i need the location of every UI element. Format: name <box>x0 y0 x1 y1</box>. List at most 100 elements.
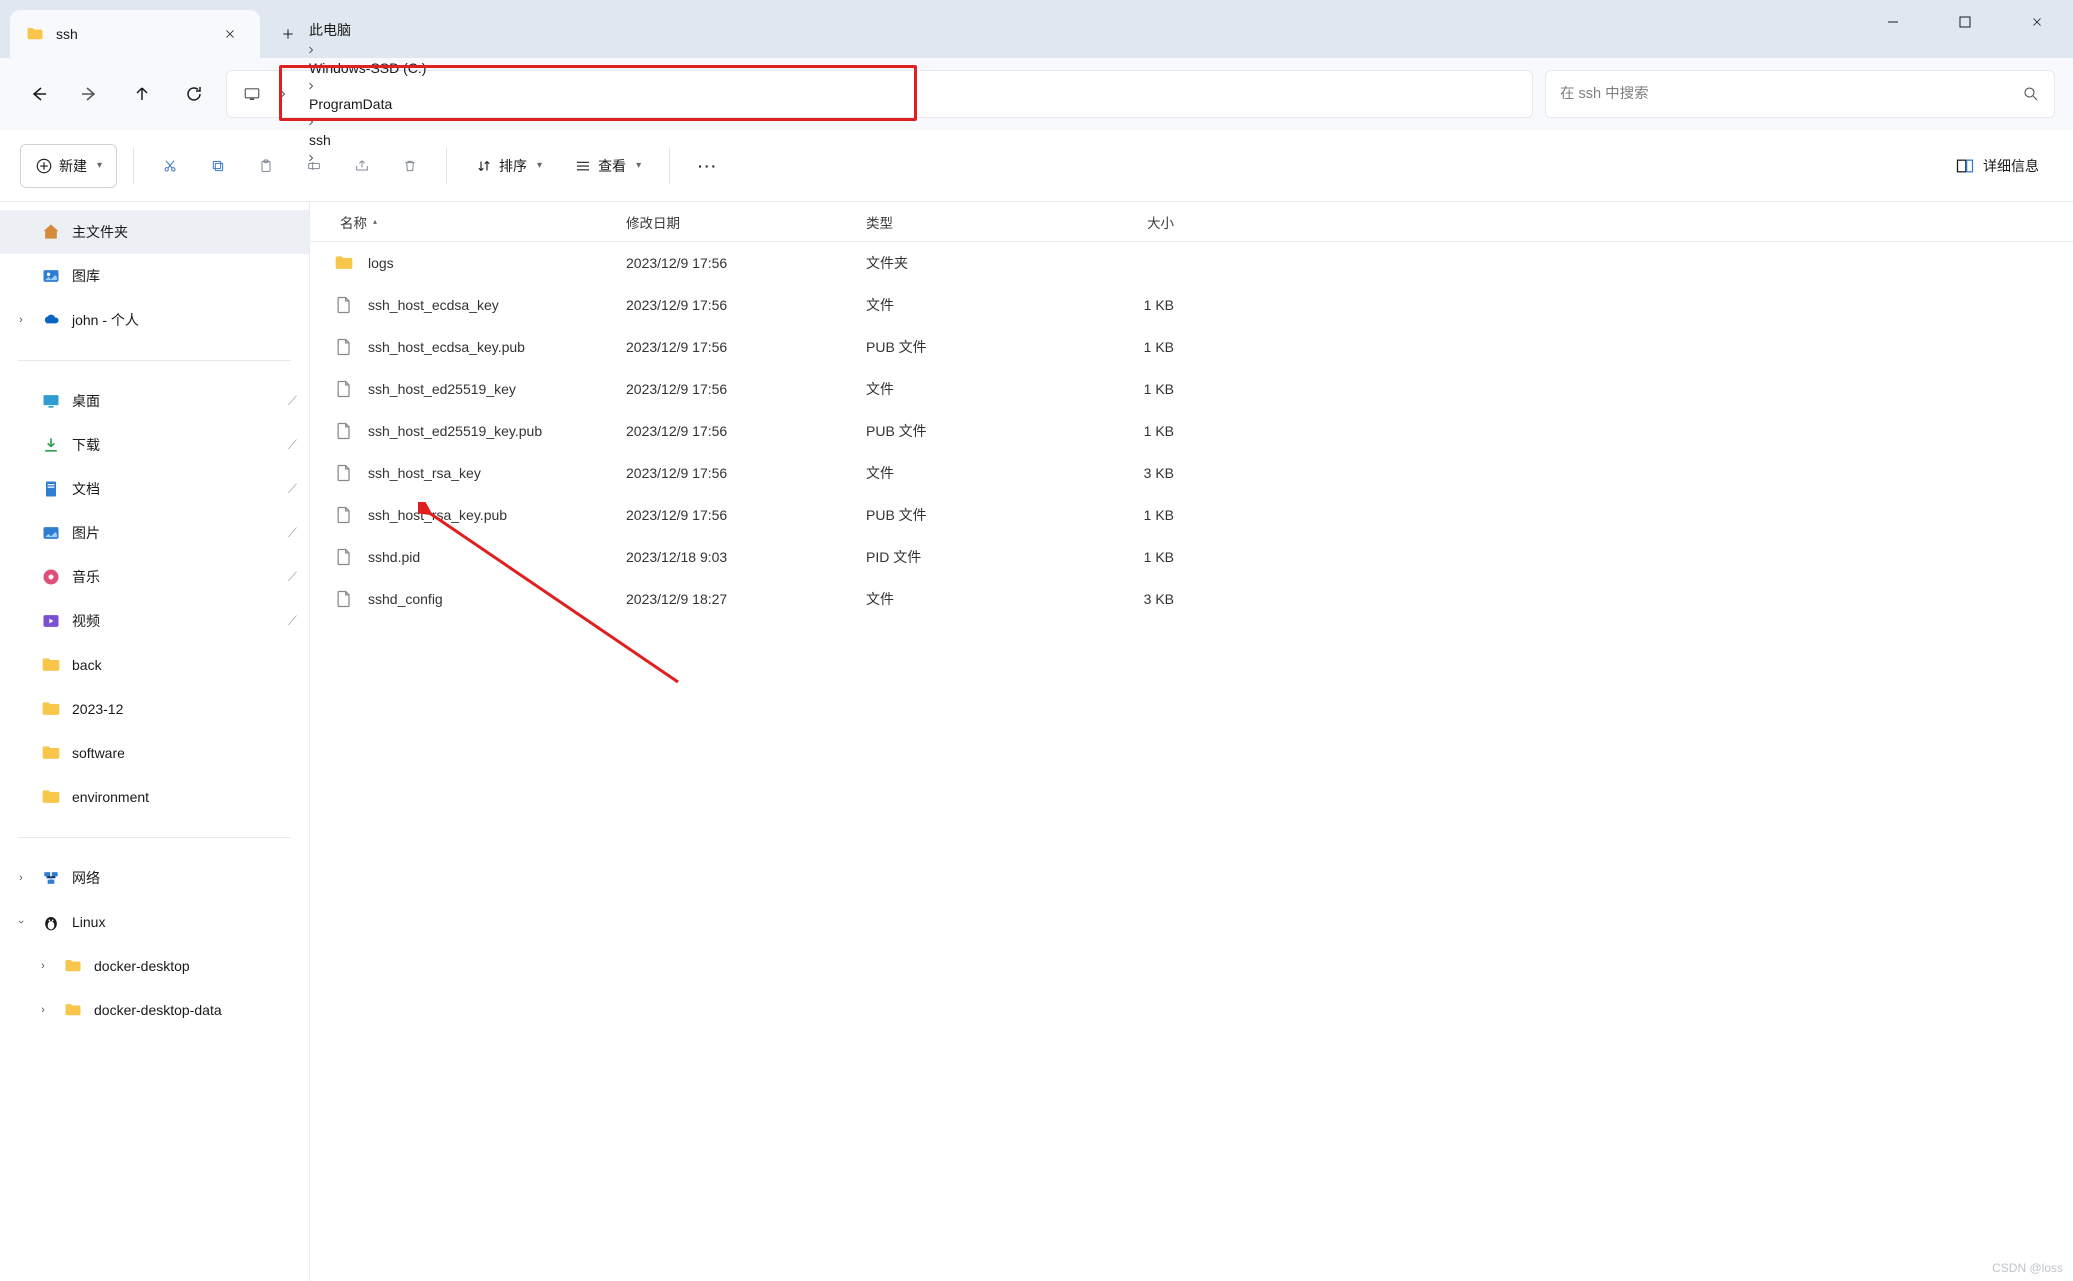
file-name: sshd_config <box>368 591 443 607</box>
sidebar-item-linux[interactable]: › Linux <box>0 900 309 944</box>
sidebar-item-label: 主文件夹 <box>72 222 297 242</box>
new-button[interactable]: 新建 ▾ <box>20 144 117 188</box>
sidebar-item-docker-desktop-data[interactable]: › docker-desktop-data <box>0 988 309 1032</box>
folder-icon <box>62 955 84 977</box>
column-size[interactable]: 大小 <box>1050 212 1190 232</box>
breadcrumb-segment[interactable]: ProgramData <box>299 92 402 116</box>
more-button[interactable]: ··· <box>686 144 730 188</box>
file-row[interactable]: logs 2023/12/9 17:56 文件夹 <box>310 242 2073 284</box>
back-button[interactable] <box>18 74 58 114</box>
sidebar: 主文件夹 图库 › john - 个人 桌面 ⟋ 下载 ⟋ 文档 ⟋ 图片 ⟋ <box>0 202 310 1281</box>
sidebar-item-onedrive[interactable]: › john - 个人 <box>0 298 309 342</box>
sidebar-item-视频[interactable]: 视频 ⟋ <box>0 599 309 643</box>
column-date[interactable]: 修改日期 <box>610 212 850 232</box>
tab-active[interactable]: ssh <box>10 10 260 58</box>
expand-chevron[interactable]: › <box>34 1004 52 1016</box>
tab-close-button[interactable] <box>220 24 240 44</box>
sidebar-item-label: 图库 <box>72 266 297 286</box>
search-input[interactable] <box>1560 86 2012 102</box>
folder-icon <box>40 742 62 764</box>
file-row[interactable]: ssh_host_ecdsa_key.pub 2023/12/9 17:56 P… <box>310 326 2073 368</box>
sidebar-item-图片[interactable]: 图片 ⟋ <box>0 511 309 555</box>
maximize-button[interactable] <box>1929 0 2001 44</box>
file-icon <box>334 547 354 567</box>
file-name: ssh_host_ed25519_key.pub <box>368 423 542 439</box>
file-row[interactable]: sshd.pid 2023/12/18 9:03 PID 文件 1 KB <box>310 536 2073 578</box>
sidebar-item-2023-12[interactable]: 2023-12 <box>0 687 309 731</box>
divider <box>18 837 291 838</box>
separator <box>669 148 670 184</box>
sort-button[interactable]: 排序 ▾ <box>463 144 554 188</box>
column-type[interactable]: 类型 <box>850 212 1050 232</box>
sidebar-item-docker-desktop[interactable]: › docker-desktop <box>0 944 309 988</box>
watermark: CSDN @loss <box>1992 1261 2063 1275</box>
sidebar-item-桌面[interactable]: 桌面 ⟋ <box>0 379 309 423</box>
column-name[interactable]: 名称 ▴ <box>310 212 610 232</box>
file-icon <box>334 505 354 525</box>
sidebar-item-back[interactable]: back <box>0 643 309 687</box>
file-row[interactable]: ssh_host_ed25519_key 2023/12/9 17:56 文件 … <box>310 368 2073 410</box>
file-row[interactable]: ssh_host_ecdsa_key 2023/12/9 17:56 文件 1 … <box>310 284 2073 326</box>
sidebar-item-environment[interactable]: environment <box>0 775 309 819</box>
breadcrumb-segment[interactable]: 此电脑 <box>299 18 361 42</box>
file-row[interactable]: ssh_host_rsa_key 2023/12/9 17:56 文件 3 KB <box>310 452 2073 494</box>
cell-size: 1 KB <box>1050 339 1190 355</box>
cell-size: 1 KB <box>1050 297 1190 313</box>
file-icon <box>334 379 354 399</box>
paste-button[interactable] <box>246 144 286 188</box>
chevron-down-icon: ▾ <box>97 160 102 171</box>
collapse-chevron[interactable]: › <box>15 913 27 931</box>
file-row[interactable]: ssh_host_ed25519_key.pub 2023/12/9 17:56… <box>310 410 2073 452</box>
details-icon <box>1955 156 1975 176</box>
copy-icon <box>210 156 226 176</box>
sidebar-item-label: docker-desktop-data <box>94 1002 297 1018</box>
sidebar-item-文档[interactable]: 文档 ⟋ <box>0 467 309 511</box>
details-pane-button[interactable]: 详细信息 <box>1941 144 2053 188</box>
minimize-button[interactable] <box>1857 0 1929 44</box>
sidebar-item-gallery[interactable]: 图库 <box>0 254 309 298</box>
minimize-icon <box>1886 15 1900 29</box>
folder-icon <box>40 654 62 676</box>
sidebar-item-音乐[interactable]: 音乐 ⟋ <box>0 555 309 599</box>
file-name: ssh_host_ecdsa_key.pub <box>368 339 525 355</box>
pin-icon: ⟋ <box>288 525 297 541</box>
close-window-button[interactable] <box>2001 0 2073 44</box>
pin-icon: ⟋ <box>288 437 297 453</box>
onedrive-icon <box>40 309 62 331</box>
address-bar[interactable]: 此电脑Windows-SSD (C:)ProgramDatassh <box>226 70 1533 118</box>
search-box[interactable] <box>1545 70 2055 118</box>
cell-type: 文件 <box>850 379 1050 399</box>
breadcrumb-segment[interactable]: ssh <box>299 128 341 152</box>
refresh-button[interactable] <box>174 74 214 114</box>
chevron-down-icon: ▾ <box>636 160 641 171</box>
breadcrumb-segment[interactable]: Windows-SSD (C:) <box>299 56 436 80</box>
forward-icon <box>80 84 100 104</box>
file-name: ssh_host_rsa_key.pub <box>368 507 507 523</box>
navbar: 此电脑Windows-SSD (C:)ProgramDatassh <box>0 58 2073 130</box>
sidebar-item-home[interactable]: 主文件夹 <box>0 210 309 254</box>
expand-chevron[interactable]: › <box>34 960 52 972</box>
expand-chevron[interactable]: › <box>12 872 30 884</box>
cell-name: ssh_host_rsa_key <box>310 463 610 483</box>
up-button[interactable] <box>122 74 162 114</box>
sidebar-item-label: 桌面 <box>72 391 278 411</box>
root-chevron[interactable] <box>271 84 295 104</box>
sidebar-item-software[interactable]: software <box>0 731 309 775</box>
view-button[interactable]: 查看 ▾ <box>562 144 653 188</box>
copy-button[interactable] <box>198 144 238 188</box>
picture-icon <box>40 522 62 544</box>
expand-chevron[interactable]: › <box>12 314 30 326</box>
cell-size: 3 KB <box>1050 591 1190 607</box>
cut-button[interactable] <box>150 144 190 188</box>
forward-button[interactable] <box>70 74 110 114</box>
folder-icon <box>40 698 62 720</box>
file-list: 名称 ▴ 修改日期 类型 大小 logs 2023/12/9 17:56 文件夹… <box>310 202 2073 1281</box>
file-row[interactable]: ssh_host_rsa_key.pub 2023/12/9 17:56 PUB… <box>310 494 2073 536</box>
sidebar-item-label: software <box>72 745 297 761</box>
cell-type: PUB 文件 <box>850 505 1050 525</box>
pin-icon: ⟋ <box>288 481 297 497</box>
view-label: 查看 <box>598 156 626 176</box>
file-row[interactable]: sshd_config 2023/12/9 18:27 文件 3 KB <box>310 578 2073 620</box>
sidebar-item-下载[interactable]: 下载 ⟋ <box>0 423 309 467</box>
sidebar-item-network[interactable]: › 网络 <box>0 856 309 900</box>
